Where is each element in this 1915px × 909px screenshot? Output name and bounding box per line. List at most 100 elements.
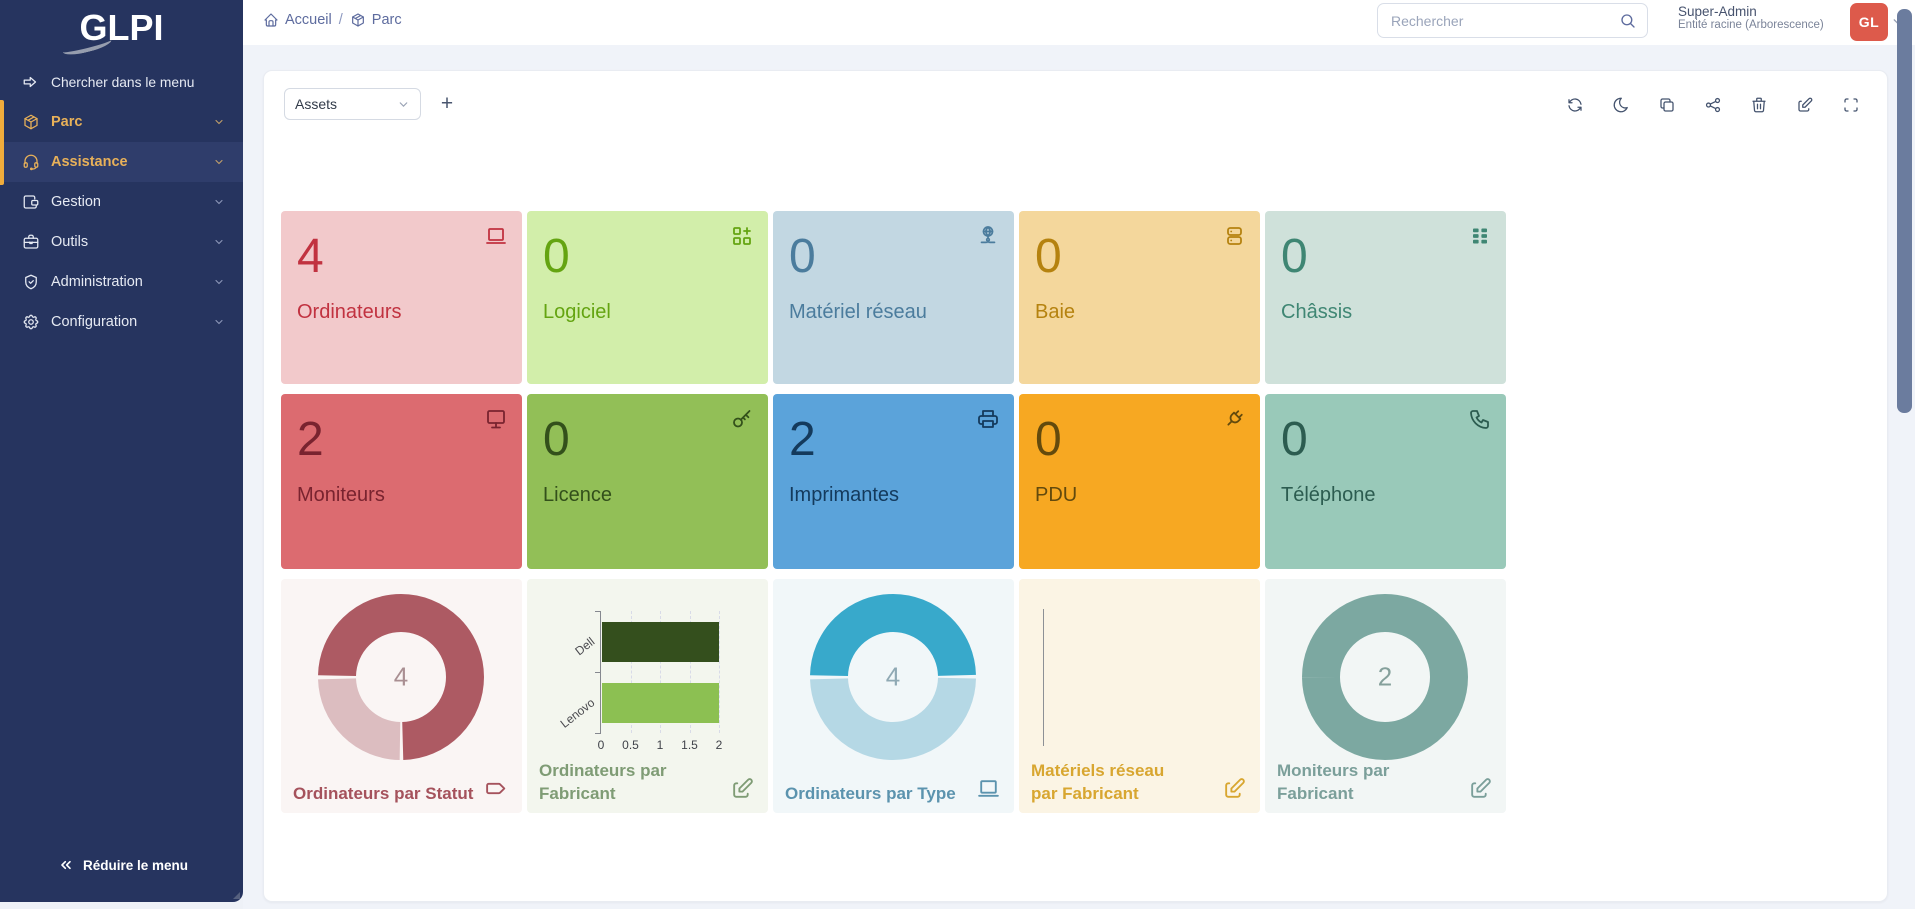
- chart-card-ordinateurs-par-statut: 4 Ordinateurs par Statut: [281, 579, 522, 813]
- stat-label: Téléphone: [1281, 484, 1376, 507]
- chart-card-materiels-reseau-par-fabricant: Matériels réseau par Fabricant: [1019, 579, 1260, 813]
- chevron-down-icon: [213, 236, 225, 248]
- stat-card-materiel-reseau[interactable]: 0 Matériel réseau: [773, 211, 1014, 384]
- shield-icon: [22, 273, 40, 291]
- x-tick-label: 1: [657, 738, 664, 752]
- breadcrumb-label: Accueil: [285, 12, 332, 28]
- sidebar-item-configuration[interactable]: Configuration: [0, 302, 243, 342]
- axis-tick: [595, 733, 601, 734]
- printer-icon: [976, 407, 1000, 431]
- chart-card-moniteurs-par-fabricant: 2 Moniteurs par Fabricant: [1265, 579, 1506, 813]
- sidebar-item-label: Administration: [51, 274, 143, 290]
- key-icon: [730, 407, 754, 431]
- laptop-icon: [484, 224, 508, 248]
- chart-card-ordinateurs-par-type: 4 Ordinateurs par Type: [773, 579, 1014, 813]
- arrow-right-icon: [22, 73, 40, 91]
- share-icon[interactable]: [1704, 96, 1722, 114]
- stat-card-imprimantes[interactable]: 2 Imprimantes: [773, 394, 1014, 569]
- stat-card-baie[interactable]: 0 Baie: [1019, 211, 1260, 384]
- chevron-down-icon: [397, 98, 410, 111]
- sidebar-item-label: Outils: [51, 234, 88, 250]
- edit-icon[interactable]: [1796, 96, 1814, 114]
- sidebar-item-gestion[interactable]: Gestion: [0, 182, 243, 222]
- headset-icon: [22, 153, 40, 171]
- user-name: Super-Admin: [1678, 4, 1824, 19]
- stat-label: PDU: [1035, 484, 1077, 507]
- network-globe-icon: [976, 224, 1000, 248]
- stat-card-chassis[interactable]: 0 Châssis: [1265, 211, 1506, 384]
- duplicate-icon[interactable]: [1658, 96, 1676, 114]
- phone-icon: [1468, 407, 1492, 431]
- stat-value: 0: [1035, 233, 1061, 281]
- axis-tick: [595, 672, 601, 673]
- dashboard-select[interactable]: Assets: [284, 88, 421, 120]
- tag-icon[interactable]: [484, 776, 509, 801]
- breadcrumb-home[interactable]: Accueil: [263, 12, 332, 28]
- stat-card-pdu[interactable]: 0 PDU: [1019, 394, 1260, 569]
- refresh-icon[interactable]: [1566, 96, 1584, 114]
- breadcrumb-parc[interactable]: Parc: [350, 12, 402, 28]
- collapse-menu-label: Réduire le menu: [83, 858, 188, 873]
- dashboard-panel: Assets + 4 Ordinateurs: [263, 70, 1888, 902]
- search-input[interactable]: [1378, 4, 1647, 37]
- x-tick-label: 2: [716, 738, 723, 752]
- chart-title: Ordinateurs par Type: [785, 783, 985, 805]
- stat-card-telephone[interactable]: 0 Téléphone: [1265, 394, 1506, 569]
- sidebar-item-outils[interactable]: Outils: [0, 222, 243, 262]
- donut-center-value: 2: [1300, 662, 1470, 693]
- stat-card-licence[interactable]: 0 Licence: [527, 394, 768, 569]
- stat-card-moniteurs[interactable]: 2 Moniteurs: [281, 394, 522, 569]
- stat-card-logiciel[interactable]: 0 Logiciel: [527, 211, 768, 384]
- plug-icon: [1222, 407, 1246, 431]
- chevrons-left-icon: [58, 857, 74, 873]
- breadcrumb-separator: /: [339, 12, 343, 28]
- edit-icon[interactable]: [1222, 776, 1247, 801]
- sidebar-item-administration[interactable]: Administration: [0, 262, 243, 302]
- stat-label: Ordinateurs: [297, 301, 402, 324]
- briefcase-icon: [22, 233, 40, 251]
- donut-center-value: 4: [316, 662, 486, 693]
- x-tick-label: 0: [598, 738, 605, 752]
- add-dashboard-button[interactable]: +: [434, 91, 460, 117]
- stat-label: Logiciel: [543, 301, 611, 324]
- chevron-down-icon: [213, 156, 225, 168]
- user-entity: Entité racine (Arborescence): [1678, 19, 1824, 32]
- sidebar-resize-grip[interactable]: [233, 892, 240, 899]
- bar-dell[interactable]: [602, 622, 719, 662]
- stat-label: Imprimantes: [789, 484, 899, 507]
- topbar: Accueil / Parc Super-Admin Entité racine…: [243, 0, 1915, 45]
- stat-value: 0: [543, 233, 569, 281]
- breadcrumb-label: Parc: [372, 12, 402, 28]
- edit-icon[interactable]: [1468, 776, 1493, 801]
- scrollbar-thumb[interactable]: [1897, 9, 1912, 413]
- gear-icon: [22, 313, 40, 331]
- empty-chart-axis: [1043, 609, 1044, 746]
- stat-label: Matériel réseau: [789, 301, 927, 324]
- laptop-icon[interactable]: [976, 776, 1001, 801]
- sidebar-nav: Chercher dans le menu Parc Assistance: [0, 62, 243, 342]
- sidebar-search-menu[interactable]: Chercher dans le menu: [0, 62, 243, 102]
- sidebar-item-label: Assistance: [51, 154, 128, 170]
- dashboard-grid: 4 Ordinateurs 0 Logiciel 0 Matériel rése…: [281, 211, 1506, 813]
- edit-icon[interactable]: [730, 776, 755, 801]
- stat-card-ordinateurs[interactable]: 4 Ordinateurs: [281, 211, 522, 384]
- avatar[interactable]: GL: [1850, 3, 1888, 41]
- package-icon: [350, 12, 366, 28]
- stat-value: 0: [543, 416, 569, 464]
- stat-label: Baie: [1035, 301, 1075, 324]
- trash-icon[interactable]: [1750, 96, 1768, 114]
- user-menu[interactable]: Super-Admin Entité racine (Arborescence): [1678, 4, 1824, 32]
- y-category-label: Lenovo: [534, 695, 598, 749]
- chevron-down-icon: [213, 116, 225, 128]
- collapse-menu-button[interactable]: Réduire le menu: [58, 857, 188, 873]
- sidebar-search-label: Chercher dans le menu: [51, 75, 194, 90]
- bar-lenovo[interactable]: [602, 683, 719, 723]
- sidebar-item-label: Parc: [51, 114, 82, 130]
- sidebar-item-parc[interactable]: Parc: [0, 102, 243, 142]
- search-icon[interactable]: [1619, 12, 1637, 30]
- chevron-down-icon: [213, 196, 225, 208]
- fullscreen-icon[interactable]: [1842, 96, 1860, 114]
- home-icon: [263, 12, 279, 28]
- sidebar-item-assistance[interactable]: Assistance: [0, 142, 243, 182]
- dark-mode-moon-icon[interactable]: [1612, 96, 1630, 114]
